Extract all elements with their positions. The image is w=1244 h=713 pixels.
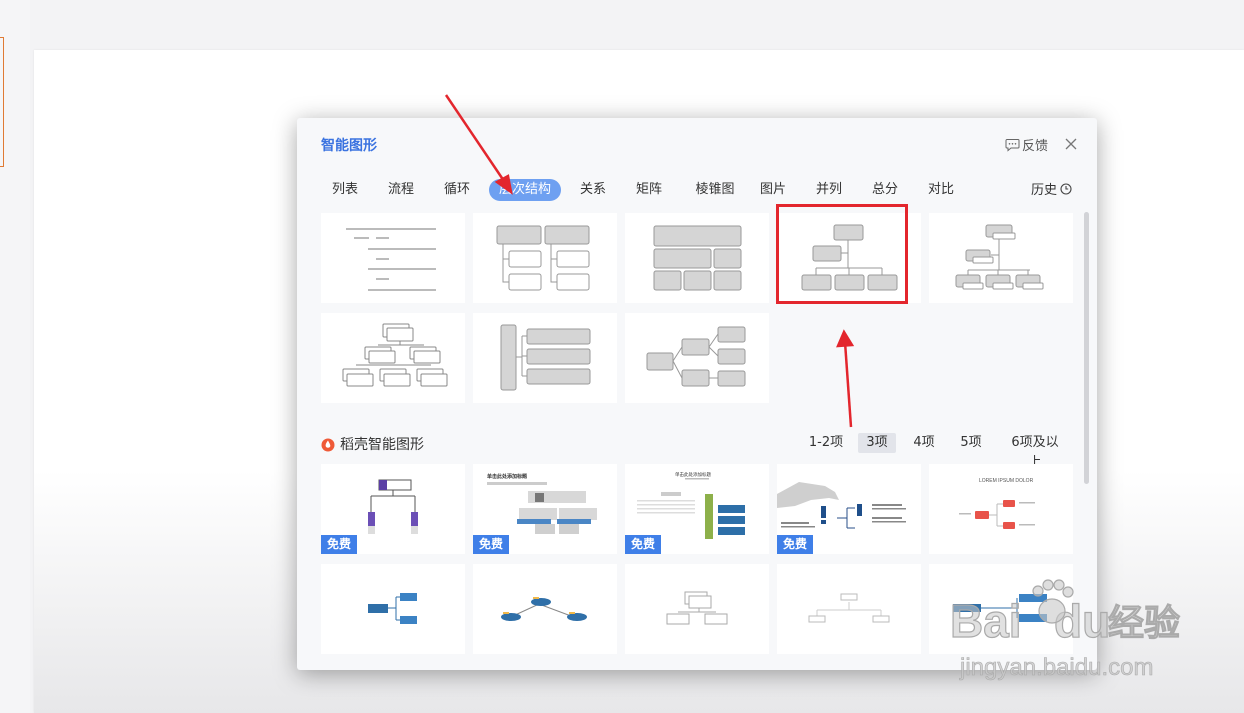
baidu-watermark: Bai du 经验 jingyan.baidu.com (950, 579, 1181, 681)
watermark-jingyan: 经验 (1108, 603, 1180, 644)
arrow-to-template (843, 341, 853, 428)
watermark-url: jingyan.baidu.com (959, 654, 1153, 681)
arrow-head-tab (494, 174, 513, 195)
arrow-to-tab (444, 94, 508, 185)
watermark-brand: Bai (950, 595, 1022, 647)
watermark-du: du (1054, 595, 1110, 647)
arrow-head-template (836, 329, 855, 348)
